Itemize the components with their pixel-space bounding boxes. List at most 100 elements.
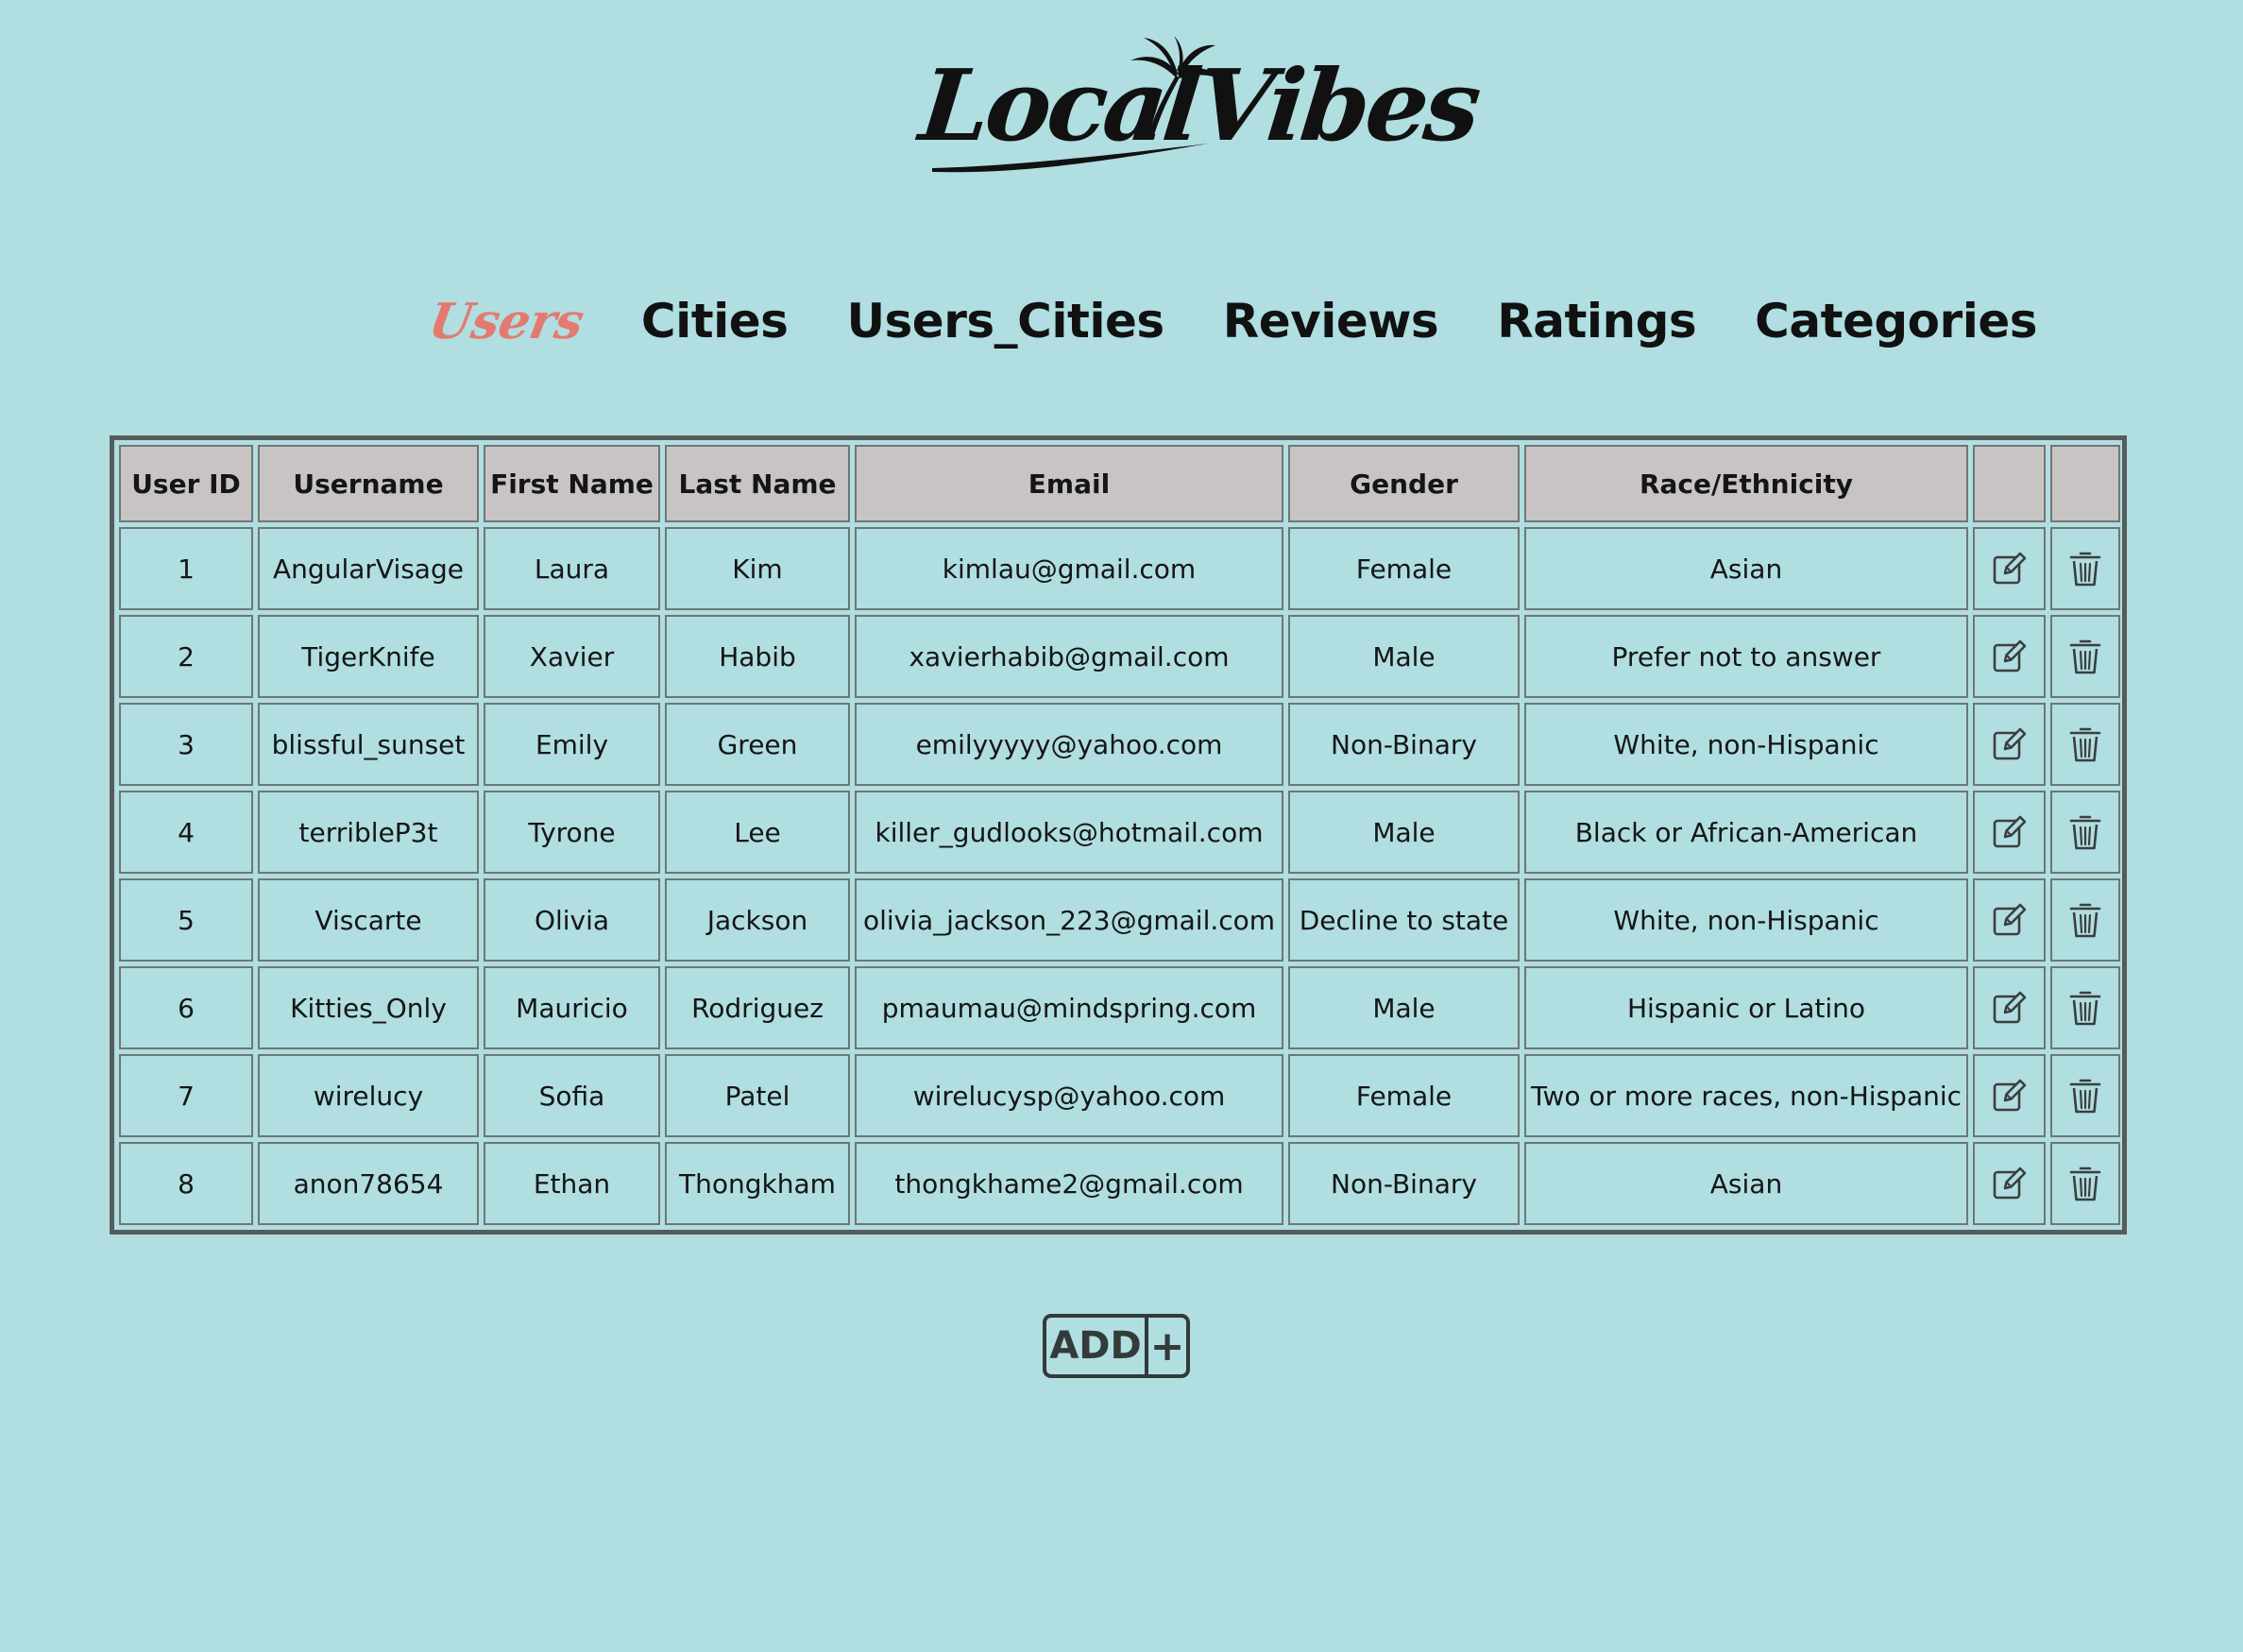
edit-button[interactable]: [1973, 703, 2046, 786]
cell-username: blissful_sunset: [258, 703, 479, 786]
cell-last-name: Jackson: [665, 878, 850, 962]
cell-first-name: Sofia: [484, 1054, 660, 1137]
cell-first-name: Mauricio: [484, 966, 660, 1049]
cell-race-ethnicity: Prefer not to answer: [1524, 615, 1968, 698]
cell-gender: Male: [1288, 791, 1520, 874]
nav-item-ratings[interactable]: Ratings: [1497, 294, 1696, 349]
cell-username: TigerKnife: [258, 615, 479, 698]
cell-username: Kitties_Only: [258, 966, 479, 1049]
cell-username: Viscarte: [258, 878, 479, 962]
delete-button[interactable]: [2050, 615, 2120, 698]
table-row: 3 blissful_sunset Emily Green emilyyyyy@yaho…: [119, 703, 2120, 786]
edit-icon: [1975, 902, 2044, 938]
cell-race-ethnicity: White, non-Hispanic: [1524, 703, 1968, 786]
header-delete: [2050, 445, 2120, 522]
nav-item-users[interactable]: Users: [425, 293, 588, 350]
cell-last-name: Patel: [665, 1054, 850, 1137]
nav-item-users-cities[interactable]: Users_Cities: [846, 294, 1164, 349]
table-row: 2 TigerKnife Xavier Habib xavierhabib@gmail.…: [119, 615, 2120, 698]
delete-button[interactable]: [2050, 878, 2120, 962]
users-table: User ID Username First Name Last Name Em…: [114, 440, 2125, 1230]
cell-last-name: Lee: [665, 791, 850, 874]
cell-gender: Decline to state: [1288, 878, 1520, 962]
cell-gender: Non-Binary: [1288, 703, 1520, 786]
cell-gender: Male: [1288, 966, 1520, 1049]
trash-icon: [2052, 550, 2118, 588]
cell-username: wirelucy: [258, 1054, 479, 1137]
table-row: 8 anon78654 Ethan Thongkham thongkhame2@gmai…: [119, 1142, 2120, 1225]
plus-icon: +: [1149, 1321, 1185, 1371]
header-gender: Gender: [1288, 445, 1520, 522]
cell-first-name: Olivia: [484, 878, 660, 962]
cell-last-name: Green: [665, 703, 850, 786]
delete-button[interactable]: [2050, 966, 2120, 1049]
cell-gender: Female: [1288, 1054, 1520, 1137]
cell-user-id: 4: [119, 791, 253, 874]
cell-user-id: 6: [119, 966, 253, 1049]
cell-email: emilyyyyy@yahoo.com: [855, 703, 1283, 786]
cell-gender: Male: [1288, 615, 1520, 698]
cell-email: olivia_jackson_223@gmail.com: [855, 878, 1283, 962]
cell-first-name: Ethan: [484, 1142, 660, 1225]
trash-icon: [2052, 638, 2118, 675]
header-user-id: User ID: [119, 445, 253, 522]
cell-race-ethnicity: Two or more races, non-Hispanic: [1524, 1054, 1968, 1137]
add-button[interactable]: ADD +: [1043, 1314, 1190, 1378]
trash-icon: [2052, 989, 2118, 1027]
edit-button[interactable]: [1973, 791, 2046, 874]
edit-icon: [1975, 726, 2044, 762]
table-header-row: User ID Username First Name Last Name Em…: [119, 445, 2120, 522]
edit-icon: [1975, 1166, 2044, 1201]
header-first-name: First Name: [484, 445, 660, 522]
table-row: 4 terribleP3t Tyrone Lee killer_gudlooks@hot…: [119, 791, 2120, 874]
cell-last-name: Rodriguez: [665, 966, 850, 1049]
add-button-label: ADD: [1046, 1318, 1148, 1374]
edit-icon: [1975, 990, 2044, 1026]
cell-user-id: 3: [119, 703, 253, 786]
cell-user-id: 2: [119, 615, 253, 698]
nav-item-reviews[interactable]: Reviews: [1223, 294, 1439, 349]
cell-gender: Non-Binary: [1288, 1142, 1520, 1225]
nav-item-categories[interactable]: Categories: [1755, 294, 2037, 349]
cell-user-id: 5: [119, 878, 253, 962]
cell-username: AngularVisage: [258, 527, 479, 610]
nav-item-cities[interactable]: Cities: [641, 294, 789, 349]
cell-gender: Female: [1288, 527, 1520, 610]
cell-last-name: Thongkham: [665, 1142, 850, 1225]
cell-last-name: Kim: [665, 527, 850, 610]
cell-email: thongkhame2@gmail.com: [855, 1142, 1283, 1225]
edit-button[interactable]: [1973, 1054, 2046, 1137]
header-edit: [1973, 445, 2046, 522]
cell-first-name: Emily: [484, 703, 660, 786]
users-table-container: User ID Username First Name Last Name Em…: [110, 435, 2127, 1235]
delete-button[interactable]: [2050, 703, 2120, 786]
cell-first-name: Xavier: [484, 615, 660, 698]
cell-race-ethnicity: Hispanic or Latino: [1524, 966, 1968, 1049]
logo-swoosh: [932, 144, 1208, 173]
edit-icon: [1975, 814, 2044, 850]
cell-email: xavierhabib@gmail.com: [855, 615, 1283, 698]
delete-button[interactable]: [2050, 1142, 2120, 1225]
delete-button[interactable]: [2050, 791, 2120, 874]
edit-button[interactable]: [1973, 615, 2046, 698]
cell-first-name: Tyrone: [484, 791, 660, 874]
edit-icon: [1975, 639, 2044, 674]
trash-icon: [2052, 725, 2118, 763]
edit-button[interactable]: [1973, 1142, 2046, 1225]
delete-button[interactable]: [2050, 1054, 2120, 1137]
edit-button[interactable]: [1973, 878, 2046, 962]
trash-icon: [2052, 813, 2118, 851]
trash-icon: [2052, 901, 2118, 939]
cell-username: anon78654: [258, 1142, 479, 1225]
cell-email: killer_gudlooks@hotmail.com: [855, 791, 1283, 874]
header-race-ethnicity: Race/Ethnicity: [1524, 445, 1968, 522]
header-email: Email: [855, 445, 1283, 522]
cell-username: terribleP3t: [258, 791, 479, 874]
edit-button[interactable]: [1973, 527, 2046, 610]
table-body: 1 AngularVisage Laura Kim kimlau@gmail.com Fe…: [119, 527, 2120, 1225]
table-row: 5 Viscarte Olivia Jackson olivia_jackson_223…: [119, 878, 2120, 962]
table-row: 6 Kitties_Only Mauricio Rodriguez pmaumau@mi…: [119, 966, 2120, 1049]
edit-button[interactable]: [1973, 966, 2046, 1049]
cell-race-ethnicity: White, non-Hispanic: [1524, 878, 1968, 962]
delete-button[interactable]: [2050, 527, 2120, 610]
